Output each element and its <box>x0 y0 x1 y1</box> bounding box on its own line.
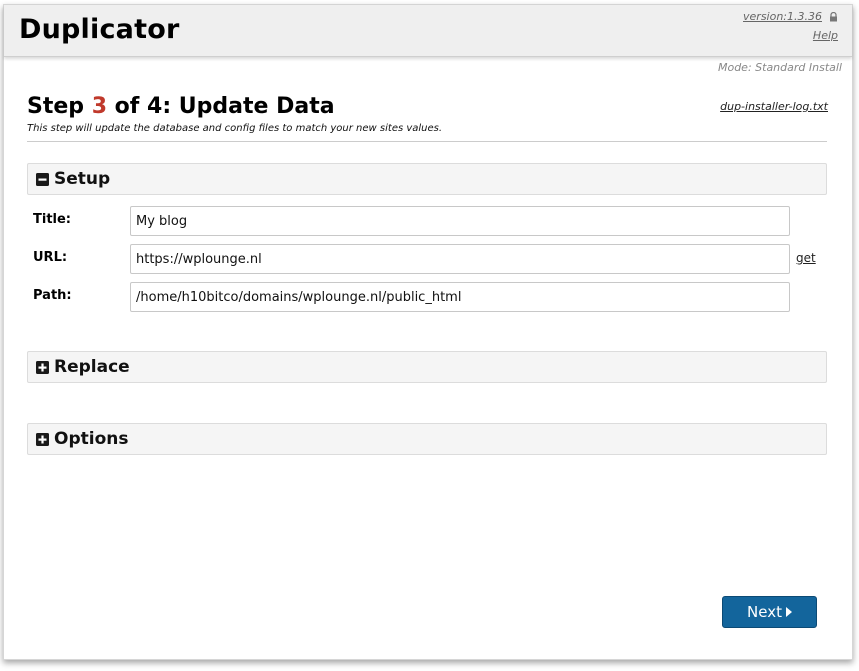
section-replace-toggle[interactable]: Replace <box>27 351 827 383</box>
installer-window: Duplicator version:1.3.36 Help Mode: Sta… <box>3 4 853 660</box>
lock-icon <box>830 12 837 22</box>
path-input[interactable] <box>130 282 790 312</box>
step-number: 3 <box>91 94 108 119</box>
section-setup-label: Setup <box>54 169 111 189</box>
caret-right-icon <box>785 607 792 617</box>
step-suffix: of 4: Update Data <box>107 94 335 119</box>
minus-square-icon <box>36 173 49 186</box>
next-button[interactable]: Next <box>722 596 817 628</box>
header-bar: Duplicator version:1.3.36 Help <box>4 5 852 57</box>
installer-log-link[interactable]: dup-installer-log.txt <box>720 100 828 113</box>
path-field-label: Path: <box>33 288 72 303</box>
page-title: Step 3 of 4: Update Data <box>27 94 335 119</box>
help-link[interactable]: Help <box>813 29 838 42</box>
section-setup-toggle[interactable]: Setup <box>27 163 827 195</box>
step-prefix: Step <box>27 94 92 119</box>
plus-square-icon <box>36 361 49 374</box>
app-title: Duplicator <box>19 14 180 45</box>
install-mode-text: Mode: Standard Install <box>717 61 842 74</box>
section-replace-label: Replace <box>54 357 130 377</box>
step-description: This step will update the database and c… <box>27 123 443 134</box>
url-field-label: URL: <box>33 250 68 265</box>
url-input[interactable] <box>130 244 790 274</box>
get-url-link[interactable]: get <box>796 251 816 265</box>
title-field-label: Title: <box>33 212 72 227</box>
version-link[interactable]: version:1.3.36 <box>743 10 822 23</box>
next-button-label: Next <box>747 603 782 621</box>
plus-square-icon <box>36 433 49 446</box>
title-input[interactable] <box>130 206 790 236</box>
title-divider <box>27 141 827 142</box>
section-options-label: Options <box>54 429 129 449</box>
section-options-toggle[interactable]: Options <box>27 423 827 455</box>
